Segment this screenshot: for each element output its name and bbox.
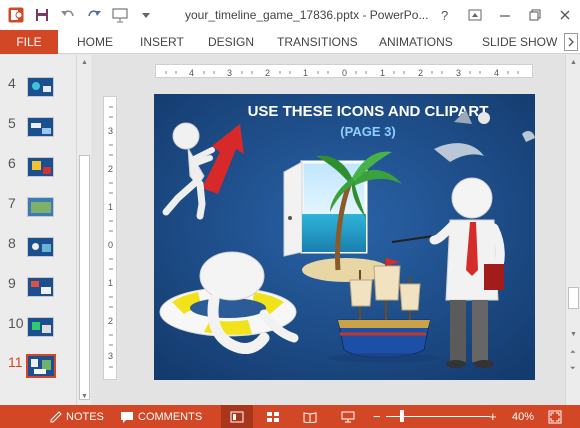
tab-file[interactable]: FILE [0, 30, 58, 54]
redo-icon[interactable] [86, 7, 102, 23]
comments-label: COMMENTS [138, 410, 203, 423]
tab-insert[interactable]: INSERT [140, 35, 184, 49]
slide-subtitle[interactable]: (PAGE 3) [340, 124, 395, 139]
slide-thumbnail-4[interactable] [27, 77, 54, 97]
save-icon[interactable] [34, 7, 50, 23]
ruler-label: 3 [108, 351, 113, 361]
tab-slide-show[interactable]: SLIDE SHOW [482, 35, 557, 49]
scroll-down-icon[interactable]: ▼ [570, 331, 577, 338]
comments-button[interactable]: COMMENTS [120, 405, 202, 428]
thumbnail-number: 8 [8, 235, 16, 251]
ruler-label: 3 [456, 68, 461, 78]
ruler-label: 4 [494, 68, 499, 78]
scroll-down-icon[interactable]: ▼ [81, 393, 88, 400]
slide-artwork: USE THESE ICONS AND CLIPART (PAGE 3) [154, 94, 535, 380]
ribbon-scroll-button[interactable] [564, 33, 578, 51]
scrollbar-thumb[interactable] [568, 287, 579, 309]
slide-thumbnail-10[interactable] [27, 317, 54, 337]
slide-show-button[interactable] [332, 405, 364, 428]
thumbnail-number-active: 11 [8, 354, 23, 370]
reading-view-button[interactable] [294, 405, 326, 428]
ribbon-display-icon[interactable] [460, 0, 490, 30]
ruler-label: 0 [108, 240, 113, 250]
thumbnail-number: 10 [8, 315, 24, 331]
fit-slide-button[interactable] [548, 405, 562, 428]
normal-view-icon [230, 411, 244, 422]
scrollbar-thumb[interactable] [79, 155, 90, 400]
ruler-ticks: 4 3 2 1 0 1 2 3 4 [165, 68, 519, 78]
slide-thumbnail-9[interactable] [27, 277, 54, 297]
ribbon-tabs: FILE HOME INSERT DESIGN TRANSITIONS ANIM… [0, 30, 580, 54]
slide-title[interactable]: USE THESE ICONS AND CLIPART [248, 103, 489, 120]
thumbnail-number: 4 [8, 75, 16, 91]
slide-thumbnail-7[interactable] [27, 197, 54, 217]
zoom-level[interactable]: 40% [512, 405, 534, 428]
ruler-label: 2 [418, 68, 423, 78]
zoom-slider-handle[interactable] [400, 410, 404, 422]
slide-sorter-button[interactable] [257, 405, 289, 428]
window-controls: ? [430, 0, 580, 30]
slide-thumbnails-pane: 4 5 6 7 8 9 10 11 [0, 55, 76, 405]
thumbnail-number: 7 [8, 195, 16, 211]
ruler-label: 2 [108, 164, 113, 174]
window-title: your_timeline_game_17836.pptx - PowerPo.… [185, 8, 429, 22]
chevron-right-icon [568, 37, 574, 47]
slide-sorter-icon [267, 411, 279, 422]
horizontal-ruler: 4 3 2 1 0 1 2 3 4 [155, 64, 533, 78]
ruler-label: 3 [227, 68, 232, 78]
ruler-ticks: 3 2 1 0 1 2 3 [108, 106, 113, 368]
notes-icon [50, 410, 62, 422]
reading-view-icon [303, 411, 317, 423]
vertical-ruler: 3 2 1 0 1 2 3 [103, 96, 117, 380]
ruler-label: 1 [380, 68, 385, 78]
thumbnail-number: 9 [8, 275, 16, 291]
slide-show-icon [341, 411, 355, 422]
ruler-label: 0 [342, 68, 347, 78]
minimize-icon[interactable] [490, 0, 520, 30]
status-bar: NOTES COMMENTS − + 40% [0, 405, 580, 428]
ruler-label: 1 [303, 68, 308, 78]
slide-thumbnail-5[interactable] [27, 117, 54, 137]
thumbnail-number: 5 [8, 115, 16, 131]
tab-home[interactable]: HOME [77, 35, 113, 49]
slide-thumbnail-8[interactable] [27, 237, 54, 257]
thumbnail-number: 6 [8, 155, 16, 171]
customize-qat-icon[interactable] [138, 7, 154, 23]
close-icon[interactable] [550, 0, 580, 30]
svg-text:?: ? [441, 8, 448, 22]
next-slide-icon[interactable]: ⏷ [570, 365, 576, 373]
slide-thumbnail-6[interactable] [27, 157, 54, 177]
ruler-label: 2 [108, 316, 113, 326]
undo-icon[interactable] [60, 7, 76, 23]
start-from-beginning-icon[interactable] [112, 7, 128, 23]
restore-icon[interactable] [520, 0, 550, 30]
quick-access-toolbar [0, 7, 154, 23]
scroll-up-icon[interactable]: ▲ [81, 59, 88, 66]
ruler-label: 2 [265, 68, 270, 78]
thumbnails-scrollbar[interactable]: ▲ ▼ [76, 55, 91, 405]
tab-design[interactable]: DESIGN [208, 35, 254, 49]
ruler-label: 1 [108, 202, 113, 212]
notes-label: NOTES [66, 410, 104, 423]
ruler-label: 3 [108, 126, 113, 136]
slide-thumbnail-11[interactable] [26, 354, 56, 378]
tab-animations[interactable]: ANIMATIONS [379, 35, 453, 49]
notes-button[interactable]: NOTES [50, 405, 104, 428]
fit-to-window-icon [548, 410, 562, 423]
help-icon[interactable]: ? [430, 0, 460, 30]
title-bar: your_timeline_game_17836.pptx - PowerPo.… [0, 0, 580, 30]
comments-icon [121, 411, 133, 423]
tab-transitions[interactable]: TRANSITIONS [277, 35, 358, 49]
scroll-up-icon[interactable]: ▲ [570, 59, 577, 66]
ruler-label: 4 [189, 68, 194, 78]
ruler-label: 1 [108, 278, 113, 288]
normal-view-button[interactable] [221, 405, 253, 428]
previous-slide-icon[interactable]: ⏶ [570, 349, 576, 357]
editor-scrollbar[interactable]: ▲ ▼ ⏶ ⏷ [565, 55, 580, 405]
zoom-in-button[interactable]: + [489, 405, 497, 428]
slide-canvas[interactable]: USE THESE ICONS AND CLIPART (PAGE 3) [154, 94, 535, 380]
zoom-out-button[interactable]: − [373, 405, 381, 428]
powerpoint-logo-icon[interactable] [8, 7, 24, 23]
